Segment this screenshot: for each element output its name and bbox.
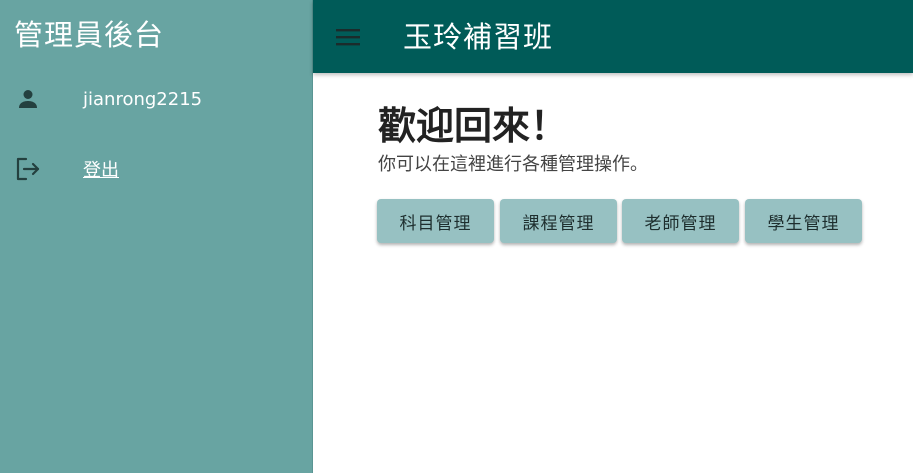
person-icon [14, 85, 42, 113]
sidebar-item-user: jianrong2215 [0, 79, 312, 119]
student-management-button[interactable]: 學生管理 [745, 199, 862, 243]
logout-link[interactable]: 登出 [83, 156, 119, 182]
app-title: 玉玲補習班 [403, 20, 554, 54]
sidebar: 管理員後台 jianrong2215 登出 [0, 0, 313, 473]
course-management-button[interactable]: 課程管理 [500, 199, 617, 243]
welcome-heading: 歡迎回來！ [378, 104, 569, 148]
main-content: 歡迎回來！ 你可以在這裡進行各種管理操作。 科目管理 課程管理 老師管理 學生管… [313, 73, 913, 473]
username-label: jianrong2215 [83, 88, 203, 110]
sidebar-item-logout[interactable]: 登出 [0, 149, 312, 189]
app-root: 管理員後台 jianrong2215 登出 玉玲補習班 歡迎回來！ 你可以在這裡… [0, 0, 913, 473]
hamburger-menu-icon[interactable] [333, 22, 363, 52]
teacher-management-button[interactable]: 老師管理 [622, 199, 739, 243]
subject-management-button[interactable]: 科目管理 [377, 199, 494, 243]
logout-icon [14, 155, 42, 183]
welcome-subtitle: 你可以在這裡進行各種管理操作。 [378, 154, 648, 175]
sidebar-title: 管理員後台 [14, 18, 165, 52]
top-app-bar: 玉玲補習班 [313, 0, 913, 73]
